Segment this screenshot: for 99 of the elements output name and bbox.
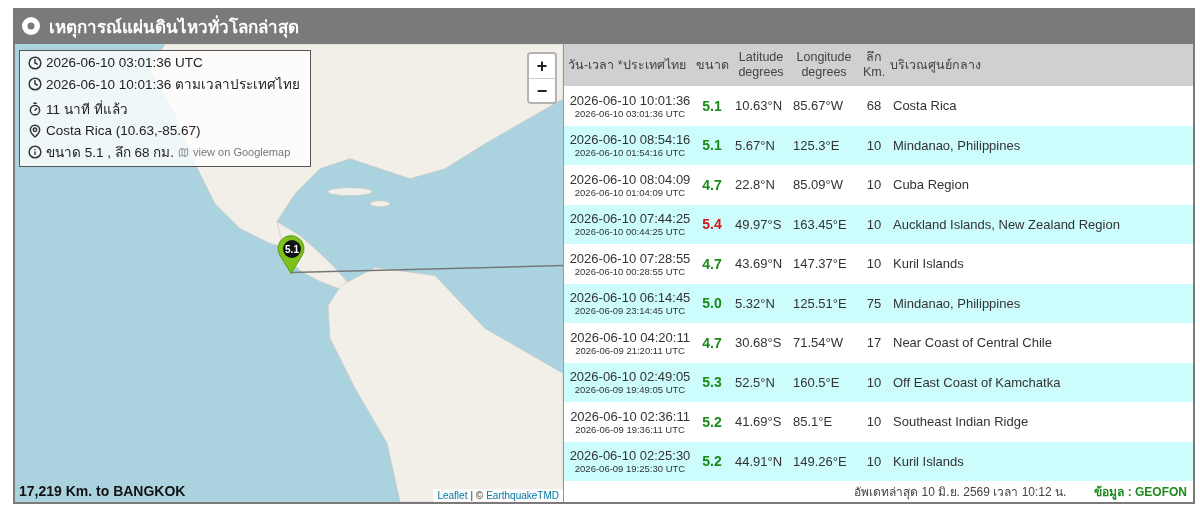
column-header: ลึก Km. [861,50,887,80]
longitude-cell-text: 149.26°E [792,453,848,469]
map[interactable]: 5.1 2026-06-10 03:01:36 UTC 2026-06-10 10:01:36 ตามเวลาประเทศไทย 11 นาที ที่แล้ว Costa Rica (10.63,-85.67) ขนาด 5.1 , ลึก 68 กม. view on Googlemap + − 17,219 Km. to BANGKOK Leaflet | © EarthquakeTMD [15,44,563,502]
longitude-cell-text: 125.51°E [792,295,848,311]
info-icon [28,145,42,159]
depth-cell-text: 10 [865,453,883,469]
leaflet-link[interactable]: Leaflet [437,490,468,501]
depth-cell-text: 10 [865,216,883,232]
latitude-cell-text: 52.5°N [734,374,776,390]
magnitude-value: 5.4 [701,216,723,233]
longitude-cell-text: 85.1°E [792,414,834,430]
region-cell-text: Costa Rica [892,98,958,114]
utc-datetime: 2026-06-09 19:36:11 UTC [575,423,685,435]
circle-dot-icon [21,16,41,36]
utc-datetime: 2026-06-09 19:49:05 UTC [574,384,686,396]
region-cell-text: Auckland Islands, New Zealand Region [892,216,1121,232]
region-cell-text: Kuril Islands [892,453,965,469]
utc-datetime: 2026-06-10 00:44:25 UTC [574,226,686,238]
depth-cell-text: 10 [865,256,883,272]
latitude-cell-text: 5.32°N [734,295,776,311]
depth-cell-text: 10 [865,374,883,390]
panel-title: เหตุการณ์แผ่นดินไหวทั่วโลกล่าสุด [49,14,299,40]
depth-cell-text: 75 [865,295,883,311]
magnitude-value: 5.0 [701,295,723,312]
longitude-cell-text: 125.3°E [792,137,841,153]
longitude-cell-text: 85.67°W [792,98,844,114]
map-icon [178,146,190,158]
attribution-separator: | © [470,490,484,501]
utc-datetime: 2026-06-10 00:28:55 UTC [574,265,686,277]
longitude-cell-text: 85.09°W [792,177,844,193]
column-header: บริเวณศูนย์กลาง [890,57,982,73]
magnitude-value: 5.2 [701,413,723,430]
magnitude-value: 4.7 [701,334,723,351]
depth-cell-text: 10 [865,137,883,153]
zoom-in-button[interactable]: + [529,54,555,78]
utc-datetime: 2026-06-09 23:14:45 UTC [574,305,686,317]
latitude-cell-text: 10.63°N [734,98,784,114]
utc-datetime: 2026-06-09 19:25:30 UTC [574,463,686,475]
magnitude-depth-text: ขนาด 5.1 , ลึก 68 กม. [46,144,175,162]
clock-icon [28,55,42,70]
region-cell-text: Near Coast of Central Chile [892,335,1053,351]
thai-datetime: 2026-06-10 08:04:09 [569,171,691,187]
thai-datetime: 2026-06-10 07:44:25 [569,211,691,227]
longitude-cell-text: 147.37°E [792,256,848,272]
magnitude-value: 4.7 [701,255,723,272]
thai-datetime: 2026-06-10 02:25:30 [569,448,691,464]
longitude-cell-text: 71.54°W [792,335,844,351]
utc-time: 2026-06-10 03:01:36 UTC [46,55,203,70]
thai-datetime: 2026-06-10 04:20:11 [570,329,690,345]
magnitude-value: 5.1 [701,97,723,114]
longitude-cell-text: 160.5°E [792,374,841,390]
zoom-out-button[interactable]: − [529,78,555,102]
region-cell-text: Kuril Islands [892,256,965,272]
distance-text: 17,219 Km. to BANGKOK [19,483,186,499]
depth-cell-text: 10 [865,414,883,430]
magnitude-value: 5.2 [701,453,723,470]
thai-datetime: 2026-06-10 08:54:16 [569,132,691,148]
column-header: วัน-เวลา *ประเทศไทย [568,57,687,73]
latitude-cell-text: 44.91°N [734,453,784,469]
last-updated-text: อัพเดทล่าสุด 10 มิ.ย. 2569 เวลา 10:12 น. [854,484,1067,501]
thai-time: 2026-06-10 10:01:36 ตามเวลาประเทศไทย [46,76,301,94]
thai-datetime: 2026-06-10 02:49:05 [569,369,691,385]
latitude-cell-text: 49.97°S [734,216,783,232]
time-ago: 11 นาที ที่แล้ว [46,99,128,119]
thai-datetime: 2026-06-10 10:01:36 [569,92,691,108]
depth-cell-text: 68 [865,98,883,114]
googlemap-link[interactable]: view on Googlemap [193,146,291,158]
thai-datetime: 2026-06-10 07:28:55 [569,250,691,266]
column-header: ขนาด [694,57,730,73]
longitude-cell-text: 163.45°E [792,216,848,232]
region-cell-text: Mindanao, Philippines [892,295,1022,311]
depth-cell-text: 17 [865,335,883,351]
column-header: Latitude degrees [737,50,785,80]
latitude-cell-text: 43.69°N [734,256,784,272]
stopwatch-icon [28,102,42,116]
depth-cell-text: 10 [865,177,883,193]
utc-datetime: 2026-06-09 21:20:11 UTC [575,344,685,356]
data-source-text: ข้อมูล : GEOFON [1094,484,1187,501]
map-pin-icon [28,123,42,138]
clock-icon [28,77,42,91]
latitude-cell-text: 5.67°N [734,137,776,153]
magnitude-value: 5.1 [701,137,723,154]
utc-datetime: 2026-06-10 01:04:09 UTC [574,186,686,198]
utc-datetime: 2026-06-10 01:54:16 UTC [574,147,686,159]
utc-datetime: 2026-06-10 03:01:36 UTC [574,107,686,119]
region-cell-text: Off East Coast of Kamchatka [892,374,1062,390]
source-link[interactable]: EarthquakeTMD [486,490,559,501]
region-cell-text: Mindanao, Philippines [892,137,1022,153]
thai-datetime: 2026-06-10 06:14:45 [569,290,691,306]
latitude-cell-text: 41.69°S [734,414,783,430]
latitude-cell-text: 30.68°S [734,335,783,351]
column-header: Longitude degrees [795,50,853,80]
region-cell-text: Southeast Indian Ridge [892,414,1030,430]
location-text: Costa Rica (10.63,-85.67) [46,123,201,138]
region-cell-text: Cuba Region [892,177,970,193]
magnitude-value: 4.7 [701,176,723,193]
thai-datetime: 2026-06-10 02:36:11 [570,408,690,424]
magnitude-value: 5.3 [701,374,723,391]
latitude-cell-text: 22.8°N [734,177,776,193]
